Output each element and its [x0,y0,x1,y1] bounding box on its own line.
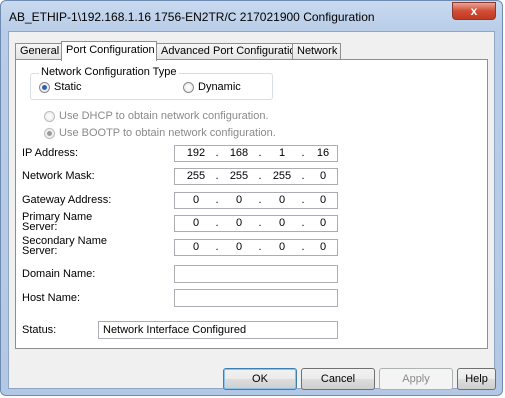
tab-port-configuration[interactable]: Port Configuration [61,41,157,61]
gateway-address-label: Gateway Address: [22,194,112,206]
dialog-client-area: General Port Configuration Advanced Port… [8,31,496,390]
mask-octet-1: 255 [186,170,206,182]
domain-name-label: Domain Name: [22,268,96,280]
ip-octet-4: 16 [316,147,330,159]
host-name-label: Host Name: [22,292,81,304]
gateway-address-field[interactable]: 0 . 0 . 0 . 0 [174,192,338,209]
octet-separator: . [215,217,219,229]
primary-dns-octet-1: 0 [192,217,200,229]
ok-button[interactable]: OK [223,368,297,390]
status-label: Status: [22,324,57,336]
secondary-dns-octet-4: 0 [319,241,327,253]
ip-octet-3: 1 [278,147,286,159]
primary-dns-octet-3: 0 [278,217,286,229]
secondary-dns-octet-2: 0 [235,241,243,253]
ip-octet-2: 168 [229,147,249,159]
octet-separator: . [301,217,305,229]
secondary-dns-octet-3: 0 [278,241,286,253]
octet-separator: . [215,241,219,253]
help-button[interactable]: Help [457,368,496,390]
gateway-octet-3: 0 [278,194,286,206]
bootp-radio[interactable] [44,128,55,139]
tab-network[interactable]: Network [292,43,341,60]
close-icon: x [470,4,478,18]
primary-name-server-label-line2: Server: [22,221,58,233]
octet-separator: . [258,217,262,229]
apply-button[interactable]: Apply [379,368,453,390]
dynamic-radio[interactable] [183,82,194,93]
host-name-input[interactable] [174,289,338,307]
octet-separator: . [258,241,262,253]
octet-separator: . [215,194,219,206]
ip-octet-1: 192 [186,147,206,159]
static-radio[interactable] [39,82,50,93]
bootp-label: Use BOOTP to obtain network configuratio… [59,127,276,139]
dynamic-label: Dynamic [198,81,241,93]
primary-dns-octet-2: 0 [235,217,243,229]
dialog-window: AB_ETHIP-1\192.168.1.16 1756-EN2TR/C 217… [0,0,503,396]
window-title: AB_ETHIP-1\192.168.1.16 1756-EN2TR/C 217… [9,10,375,24]
octet-separator: . [215,170,219,182]
mask-octet-3: 255 [272,170,292,182]
primary-name-server-label: Primary Name Server: [22,212,92,233]
gateway-octet-1: 0 [192,194,200,206]
close-button[interactable]: x [452,2,496,20]
gateway-octet-2: 0 [235,194,243,206]
ip-address-label: IP Address: [22,147,79,159]
octet-separator: . [301,147,305,159]
ip-address-field[interactable]: 192 . 168 . 1 . 16 [174,145,338,162]
primary-dns-octet-4: 0 [319,217,327,229]
static-label: Static [54,81,82,93]
octet-separator: . [301,170,305,182]
secondary-name-server-field[interactable]: 0 . 0 . 0 . 0 [174,239,338,256]
dhcp-label: Use DHCP to obtain network configuration… [59,110,269,122]
primary-name-server-field[interactable]: 0 . 0 . 0 . 0 [174,215,338,232]
network-mask-field[interactable]: 255 . 255 . 255 . 0 [174,168,338,185]
octet-separator: . [258,194,262,206]
octet-separator: . [258,147,262,159]
octet-separator: . [215,147,219,159]
mask-octet-2: 255 [229,170,249,182]
port-configuration-panel: Network Configuration Type Static Dynami… [15,59,488,349]
octet-separator: . [301,194,305,206]
octet-separator: . [258,170,262,182]
tab-advanced-port-configuration[interactable]: Advanced Port Configuration [156,43,302,60]
dhcp-radio[interactable] [44,111,55,122]
secondary-dns-octet-1: 0 [192,241,200,253]
network-mask-label: Network Mask: [22,170,95,182]
network-configuration-type-group: Network Configuration Type Static Dynami… [30,66,273,100]
secondary-name-server-label-line2: Server: [22,245,58,257]
domain-name-input[interactable] [174,265,338,283]
status-field: Network Interface Configured [98,321,338,339]
group-label: Network Configuration Type [39,66,179,78]
secondary-name-server-label: Secondary Name Server: [22,236,107,257]
octet-separator: . [301,241,305,253]
mask-octet-4: 0 [319,170,327,182]
gateway-octet-4: 0 [319,194,327,206]
cancel-button[interactable]: Cancel [301,368,375,390]
tab-general[interactable]: General [15,43,62,60]
